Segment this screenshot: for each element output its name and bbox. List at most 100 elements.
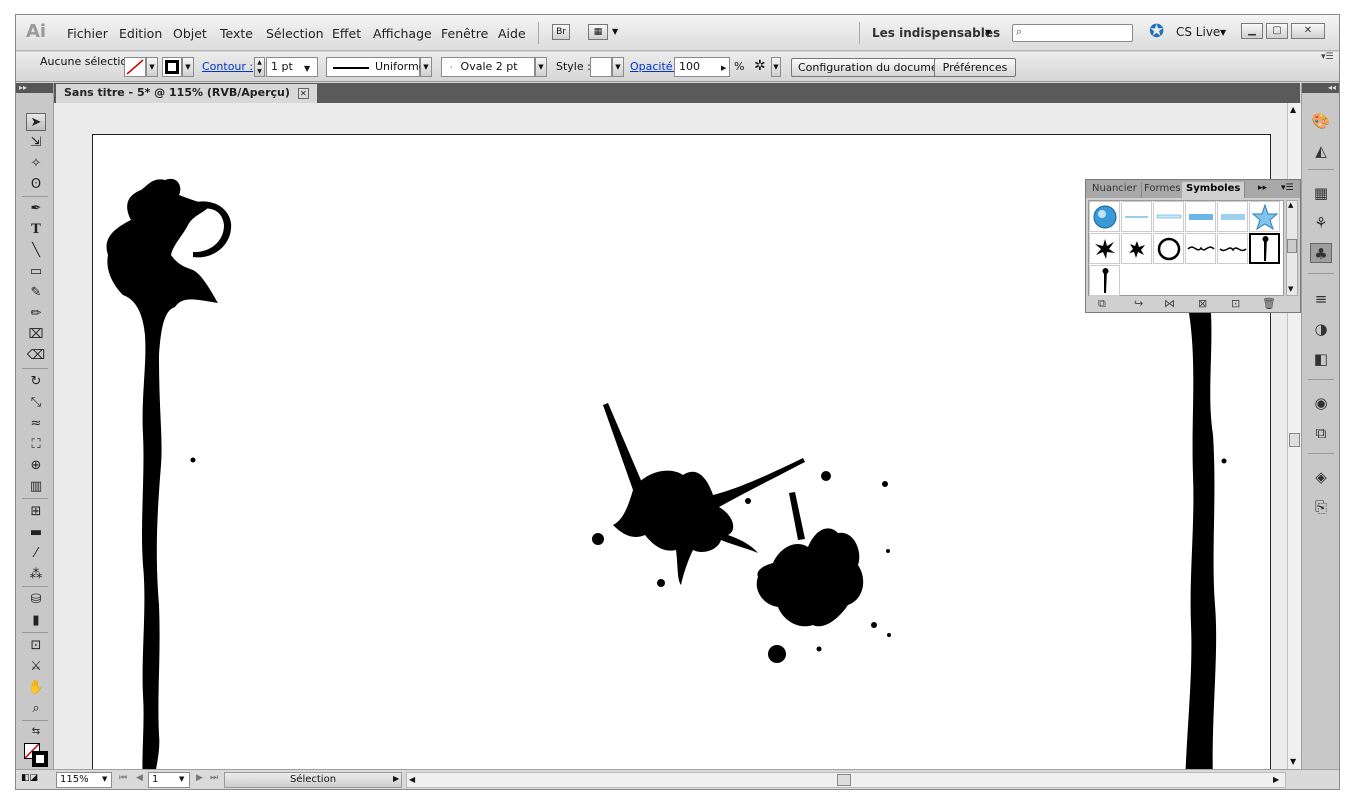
tab-shapes[interactable]: Formes [1140, 182, 1186, 198]
document-tab[interactable]: Sans titre - 5* @ 115% (RVB/Aperçu) ✕ [56, 84, 317, 103]
last-artboard-icon[interactable]: ⏭ [210, 773, 218, 783]
color-panel-icon[interactable]: 🎨 [1310, 111, 1332, 131]
scroll-down-icon[interactable]: ▼ [1290, 757, 1296, 766]
status-tool-display[interactable]: Sélection [224, 772, 402, 788]
symbol-ink-tree-selected[interactable] [1249, 233, 1280, 264]
contour-link[interactable]: Contour : [202, 60, 253, 73]
warp-tool-icon[interactable]: ≈ [26, 415, 46, 433]
menu-objet[interactable]: Objet [173, 26, 207, 41]
close-icon[interactable]: ✕ [1291, 23, 1325, 39]
stroke-weight-field[interactable]: 1 pt [266, 57, 318, 77]
gradient-tool-icon[interactable]: ▬ [26, 524, 46, 542]
symbols-scrollbar[interactable]: ▲ ▼ [1286, 200, 1298, 296]
previous-artboard-icon[interactable]: ◀ [136, 773, 143, 783]
scroll-up-icon[interactable]: ▲ [1290, 105, 1296, 114]
graphic-styles-panel-icon[interactable]: ⧉ [1310, 423, 1332, 443]
selection-tool-icon[interactable]: ➤ [26, 113, 46, 131]
chevron-down-icon[interactable]: ▼ [535, 57, 547, 77]
menu-texte[interactable]: Texte [220, 26, 253, 41]
chevron-down-icon[interactable]: ▼ [612, 27, 618, 36]
swap-colors-icon[interactable]: ⇆ [26, 723, 46, 741]
chevron-down-icon[interactable]: ▼ [179, 775, 184, 783]
panel-menu-icon[interactable]: ▾☰ [1321, 52, 1334, 62]
mesh-tool-icon[interactable]: ⊞ [26, 503, 46, 521]
chevron-right-icon[interactable]: ▶ [393, 774, 399, 783]
first-artboard-icon[interactable]: ⏮ [119, 773, 127, 783]
bridge-button[interactable]: Br [552, 24, 570, 40]
symbol-line-arrow[interactable] [1121, 201, 1152, 232]
chevron-down-icon[interactable]: ▼ [771, 57, 781, 77]
scroll-right-icon[interactable]: ▶ [1273, 775, 1279, 784]
next-artboard-icon[interactable]: ▶ [196, 773, 203, 783]
symbol-splatter-1[interactable] [1089, 233, 1120, 264]
eyedropper-tool-icon[interactable]: ⁄ [26, 545, 46, 563]
chevron-down-icon[interactable]: ▼ [985, 28, 991, 37]
line-tool-icon[interactable]: ╲ [26, 242, 46, 260]
scale-tool-icon[interactable]: ⤡ [26, 394, 46, 412]
close-tab-icon[interactable]: ✕ [297, 88, 309, 99]
symbol-star[interactable] [1249, 201, 1280, 232]
opacity-link[interactable]: Opacité : [630, 60, 680, 73]
horizontal-scroll-thumb[interactable] [837, 774, 851, 786]
symbols-panel-icon[interactable]: ♣ [1310, 243, 1332, 263]
collapse-icon[interactable]: ▸▸ [16, 83, 53, 93]
collapse-panel-icon[interactable]: ▸▸ [1258, 183, 1267, 193]
blend-tool-icon[interactable]: ⁂ [26, 566, 46, 584]
symbol-bar-thin[interactable] [1153, 201, 1184, 232]
scroll-left-icon[interactable]: ◀ [409, 775, 415, 784]
stroke-swatch[interactable] [162, 57, 182, 77]
chevron-down-icon[interactable]: ▼ [102, 775, 107, 783]
chevron-down-icon[interactable]: ▼ [182, 57, 194, 77]
screen-mode-icon[interactable]: ◧◪ [21, 773, 38, 783]
minimize-icon[interactable]: ▁ [1241, 23, 1263, 39]
stroke-profile-field[interactable]: Uniforme [326, 57, 426, 77]
horizontal-scrollbar[interactable]: ◀ ▶ [406, 772, 1286, 788]
perspective-grid-tool-icon[interactable]: ▥ [26, 478, 46, 496]
cs-live-menu[interactable]: CS Live [1176, 25, 1220, 39]
paintbrush-tool-icon[interactable]: ✎ [26, 284, 46, 302]
stroke-panel-icon[interactable]: ≡ [1310, 289, 1332, 309]
graph-tool-icon[interactable]: ▮ [26, 612, 46, 630]
menu-aide[interactable]: Aide [498, 26, 526, 41]
free-transform-tool-icon[interactable]: ⛶ [26, 436, 46, 454]
scroll-down-icon[interactable]: ▼ [1288, 285, 1293, 293]
symbol-sprayer-tool-icon[interactable]: ⛁ [26, 591, 46, 609]
break-link-icon[interactable]: ⋈ [1164, 297, 1175, 310]
preferences-button[interactable]: Préférences [934, 58, 1016, 77]
hand-tool-icon[interactable]: ✋ [26, 679, 46, 697]
maximize-icon[interactable]: ▢ [1266, 23, 1288, 39]
stroke-color-box[interactable] [32, 751, 48, 767]
rotate-tool-icon[interactable]: ↻ [26, 373, 46, 391]
artboard-tool-icon[interactable]: ⊡ [26, 637, 46, 655]
help-search-input[interactable]: ⌕ [1012, 24, 1133, 42]
scroll-up-icon[interactable]: ▲ [1288, 201, 1293, 209]
symbol-ink-tree[interactable] [1089, 265, 1120, 296]
brushes-panel-icon[interactable]: ⚘ [1310, 213, 1332, 233]
swatches-panel-icon[interactable]: ▦ [1310, 183, 1332, 203]
color-guide-icon[interactable]: ◭ [1310, 141, 1332, 161]
menu-affichage[interactable]: Affichage [373, 26, 432, 41]
transparency-panel-icon[interactable]: ◑ [1310, 319, 1332, 339]
trash-icon[interactable]: 🗑 [1262, 297, 1276, 310]
place-symbol-icon[interactable]: ↪ [1134, 297, 1143, 310]
chevron-down-icon[interactable]: ▼ [612, 57, 624, 77]
pencil-tool-icon[interactable]: ✏ [26, 305, 46, 323]
layers-panel-icon[interactable]: ◈ [1310, 467, 1332, 487]
stepper-icon[interactable]: ▲ ▼ [254, 57, 265, 77]
artboards-panel-icon[interactable]: ⎘ [1310, 497, 1332, 517]
symbol-bar-light[interactable] [1217, 201, 1248, 232]
document-setup-button[interactable]: Configuration du document [791, 58, 957, 77]
fill-swatch[interactable] [124, 57, 146, 77]
blob-brush-tool-icon[interactable]: ⌧ [26, 326, 46, 344]
menu-edition[interactable]: Edition [119, 26, 162, 41]
symbol-options-icon[interactable]: ⊠ [1198, 297, 1207, 310]
symbol-globe[interactable] [1089, 201, 1120, 232]
symbol-ornament-2[interactable] [1217, 233, 1248, 264]
direct-selection-tool-icon[interactable]: ⇲ [26, 134, 46, 152]
recolor-artwork-icon[interactable]: ✲ [754, 58, 766, 74]
arrange-documents-icon[interactable]: ▦ [588, 24, 608, 40]
shape-builder-tool-icon[interactable]: ⊕ [26, 457, 46, 475]
menu-effet[interactable]: Effet [332, 26, 361, 41]
chevron-down-icon[interactable]: ▼ [146, 57, 158, 77]
graphic-style-swatch[interactable] [590, 57, 612, 77]
